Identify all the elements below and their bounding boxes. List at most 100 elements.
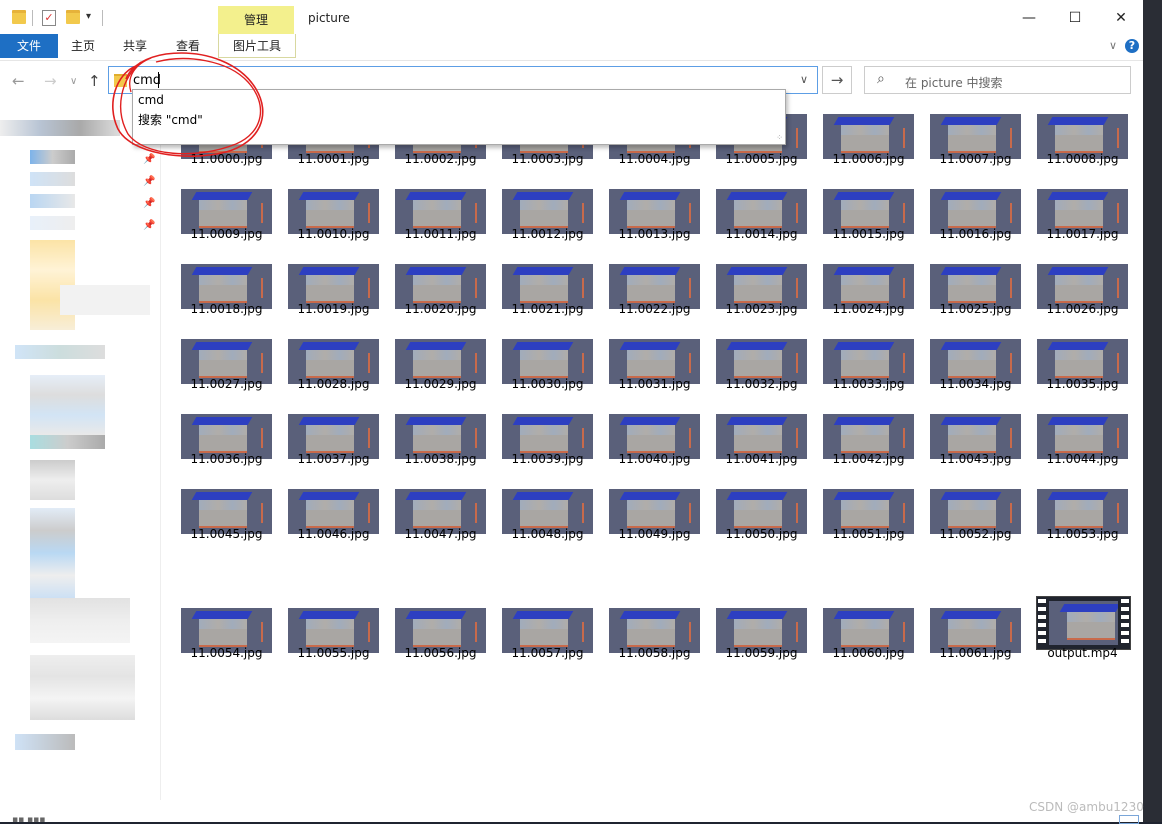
image-file-item[interactable]: 11.0016.jpg	[930, 175, 1037, 245]
image-file-item[interactable]: 11.0044.jpg	[1037, 400, 1143, 470]
image-file-item[interactable]: 11.0042.jpg	[823, 400, 930, 470]
close-button[interactable]: ✕	[1108, 8, 1134, 28]
image-file-item[interactable]: 11.0023.jpg	[716, 250, 823, 320]
image-file-item[interactable]: 11.0020.jpg	[395, 250, 502, 320]
image-file-item[interactable]: 11.0026.jpg	[1037, 250, 1143, 320]
sidebar-item[interactable]	[30, 655, 135, 720]
tab-file[interactable]: 文件	[0, 34, 58, 58]
image-file-item[interactable]: 11.0021.jpg	[502, 250, 609, 320]
suggestion-search-cmd[interactable]: 搜索 "cmd"	[138, 111, 203, 128]
image-file-item[interactable]: 11.0011.jpg	[395, 175, 502, 245]
image-file-item[interactable]: 11.0034.jpg	[930, 325, 1037, 395]
expand-ribbon-icon[interactable]: ∨	[1109, 39, 1117, 52]
recent-locations-icon[interactable]: ∨	[70, 76, 77, 87]
sidebar-item[interactable]	[30, 508, 75, 598]
image-file-item[interactable]: 11.0055.jpg	[288, 594, 395, 664]
video-file-item[interactable]: output.mp4	[1036, 594, 1143, 664]
tab-picture-tools[interactable]: 图片工具	[218, 34, 296, 58]
image-file-item[interactable]: 11.0046.jpg	[288, 475, 395, 545]
address-dropdown-icon[interactable]: ∨	[800, 73, 808, 86]
image-file-item[interactable]: 11.0027.jpg	[181, 325, 288, 395]
image-file-item[interactable]: 11.0015.jpg	[823, 175, 930, 245]
minimize-button[interactable]: —	[1016, 8, 1042, 28]
image-file-item[interactable]: 11.0039.jpg	[502, 400, 609, 470]
image-file-item[interactable]: 11.0014.jpg	[716, 175, 823, 245]
tab-view[interactable]: 查看	[167, 34, 209, 58]
image-file-item[interactable]: 11.0060.jpg	[823, 594, 930, 664]
image-file-item[interactable]: 11.0024.jpg	[823, 250, 930, 320]
image-file-item[interactable]: 11.0043.jpg	[930, 400, 1037, 470]
image-file-item[interactable]: 11.0040.jpg	[609, 400, 716, 470]
image-file-item[interactable]: 11.0059.jpg	[716, 594, 823, 664]
image-file-item[interactable]: 11.0036.jpg	[181, 400, 288, 470]
image-file-item[interactable]: 11.0054.jpg	[181, 594, 288, 664]
image-file-item[interactable]: 11.0012.jpg	[502, 175, 609, 245]
image-file-item[interactable]: 11.0008.jpg	[1037, 100, 1143, 170]
sidebar-item[interactable]	[30, 435, 105, 449]
pin-icon[interactable]: 📌	[143, 176, 155, 187]
up-button[interactable]: ↑	[88, 72, 101, 90]
sidebar-item[interactable]	[30, 375, 105, 435]
tab-home[interactable]: 主页	[62, 34, 104, 58]
pin-icon[interactable]: 📌	[143, 198, 155, 209]
image-file-item[interactable]: 11.0050.jpg	[716, 475, 823, 545]
image-file-item[interactable]: 11.0035.jpg	[1037, 325, 1143, 395]
help-button[interactable]: ?	[1125, 39, 1139, 53]
search-box[interactable]: ⌕ 在 picture 中搜索	[864, 66, 1131, 94]
address-input[interactable]: cmd	[133, 73, 161, 88]
image-file-item[interactable]: 11.0053.jpg	[1037, 475, 1143, 545]
resize-grip-icon[interactable]: ⁘	[776, 133, 783, 142]
pin-icon[interactable]: 📌	[143, 154, 155, 165]
image-file-item[interactable]: 11.0057.jpg	[502, 594, 609, 664]
image-file-item[interactable]: 11.0029.jpg	[395, 325, 502, 395]
image-file-item[interactable]: 11.0047.jpg	[395, 475, 502, 545]
image-file-item[interactable]: 11.0048.jpg	[502, 475, 609, 545]
image-file-item[interactable]: 11.0018.jpg	[181, 250, 288, 320]
pin-icon[interactable]: 📌	[143, 220, 155, 231]
view-toggle-button[interactable]	[1119, 815, 1139, 824]
image-file-item[interactable]: 11.0009.jpg	[181, 175, 288, 245]
image-file-item[interactable]: 11.0037.jpg	[288, 400, 395, 470]
sidebar-item[interactable]	[30, 172, 75, 186]
sidebar-item[interactable]	[15, 734, 75, 750]
maximize-button[interactable]: ☐	[1062, 8, 1088, 28]
image-file-item[interactable]: 11.0031.jpg	[609, 325, 716, 395]
image-file-item[interactable]: 11.0045.jpg	[181, 475, 288, 545]
image-file-item[interactable]: 11.0052.jpg	[930, 475, 1037, 545]
image-file-item[interactable]: 11.0056.jpg	[395, 594, 502, 664]
back-button[interactable]: ←	[12, 72, 25, 90]
sidebar-item[interactable]	[30, 460, 75, 500]
image-file-item[interactable]: 11.0058.jpg	[609, 594, 716, 664]
image-file-item[interactable]: 11.0019.jpg	[288, 250, 395, 320]
forward-button[interactable]: →	[44, 72, 57, 90]
sidebar-item[interactable]	[0, 120, 120, 136]
suggestion-cmd[interactable]: cmd	[138, 93, 164, 107]
image-file-item[interactable]: 11.0013.jpg	[609, 175, 716, 245]
image-file-item[interactable]: 11.0006.jpg	[823, 100, 930, 170]
image-file-item[interactable]: 11.0010.jpg	[288, 175, 395, 245]
image-file-item[interactable]: 11.0022.jpg	[609, 250, 716, 320]
image-file-item[interactable]: 11.0007.jpg	[930, 100, 1037, 170]
image-file-item[interactable]: 11.0028.jpg	[288, 325, 395, 395]
image-file-item[interactable]: 11.0033.jpg	[823, 325, 930, 395]
new-folder-icon[interactable]	[66, 10, 80, 24]
image-file-item[interactable]: 11.0049.jpg	[609, 475, 716, 545]
image-file-item[interactable]: 11.0038.jpg	[395, 400, 502, 470]
image-file-item[interactable]: 11.0041.jpg	[716, 400, 823, 470]
image-file-item[interactable]: 11.0030.jpg	[502, 325, 609, 395]
sidebar-item[interactable]	[30, 150, 75, 164]
properties-icon[interactable]: ✓	[42, 10, 56, 26]
quick-access-dropdown-icon[interactable]: ▾	[86, 11, 91, 22]
sidebar-item[interactable]	[30, 194, 75, 208]
image-file-item[interactable]: 11.0025.jpg	[930, 250, 1037, 320]
tab-share[interactable]: 共享	[114, 34, 156, 58]
image-file-item[interactable]: 11.0017.jpg	[1037, 175, 1143, 245]
sidebar-item[interactable]	[15, 345, 105, 359]
sidebar-item[interactable]	[30, 216, 75, 230]
sidebar-item[interactable]	[30, 598, 130, 643]
sidebar-item[interactable]	[60, 285, 150, 315]
image-file-item[interactable]: 11.0051.jpg	[823, 475, 930, 545]
image-file-item[interactable]: 11.0061.jpg	[930, 594, 1037, 664]
image-file-item[interactable]: 11.0032.jpg	[716, 325, 823, 395]
go-button[interactable]: →	[822, 66, 852, 94]
